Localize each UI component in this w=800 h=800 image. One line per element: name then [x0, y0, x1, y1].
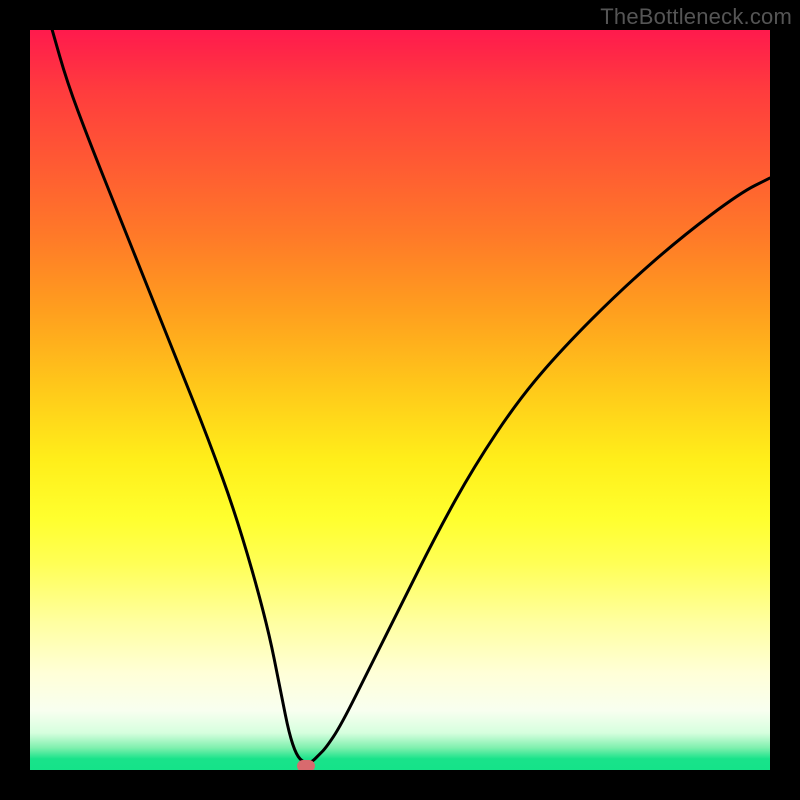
bottleneck-curve — [30, 30, 770, 770]
plot-area — [30, 30, 770, 770]
chart-frame: TheBottleneck.com — [0, 0, 800, 800]
watermark-text: TheBottleneck.com — [600, 4, 792, 30]
optimum-marker — [297, 760, 315, 770]
